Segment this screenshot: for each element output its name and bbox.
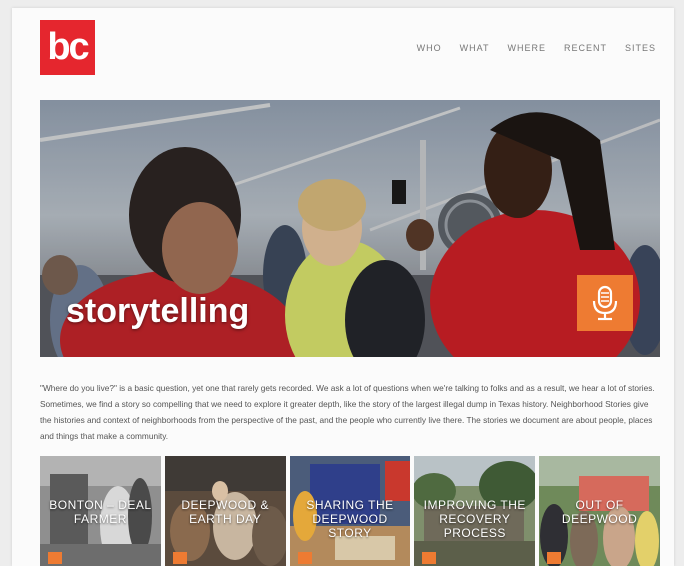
- tile-label: SHARING THE DEEPWOOD STORY: [306, 498, 394, 540]
- hero-banner: storytelling: [40, 100, 660, 357]
- tile-label: BONTON – DEAL FARMER: [49, 498, 152, 526]
- tile-label: OUT OF DEEPWOOD: [561, 498, 638, 526]
- main-nav: WHO WHAT WHERE RECENT SITES: [417, 43, 656, 53]
- story-tile[interactable]: BONTON – DEAL FARMER: [40, 456, 161, 566]
- intro-paragraph: "Where do you live?" is a basic question…: [40, 383, 655, 441]
- story-tile[interactable]: DEEPWOOD & EARTH DAY: [164, 456, 286, 566]
- story-tile[interactable]: OUT OF DEEPWOOD: [539, 456, 660, 566]
- story-tile[interactable]: SHARING THE DEEPWOOD STORY: [289, 456, 411, 566]
- nav-where[interactable]: WHERE: [507, 43, 546, 53]
- microphone-icon: [297, 552, 312, 564]
- page: bc WHO WHAT WHERE RECENT SITES storytell…: [12, 8, 674, 566]
- microphone-icon: [592, 285, 618, 321]
- nav-sites[interactable]: SITES: [625, 43, 656, 53]
- microphone-icon: [48, 552, 62, 564]
- tile-label: DEEPWOOD & EARTH DAY: [181, 498, 270, 526]
- microphone-icon: [422, 552, 437, 564]
- microphone-icon: [547, 552, 562, 564]
- story-tile[interactable]: IMPROVING THE RECOVERY PROCESS: [414, 456, 536, 566]
- hero-title: storytelling: [66, 292, 250, 330]
- nav-who[interactable]: WHO: [417, 43, 442, 53]
- tile-label: IMPROVING THE RECOVERY PROCESS: [423, 498, 526, 540]
- microphone-icon: [172, 552, 187, 564]
- nav-what[interactable]: WHAT: [460, 43, 490, 53]
- microphone-button[interactable]: [577, 275, 633, 331]
- site-logo[interactable]: bc: [40, 20, 95, 75]
- nav-recent[interactable]: RECENT: [564, 43, 607, 53]
- story-tiles: BONTON – DEAL FARMER DEEPWOOD & EARTH DA…: [40, 456, 660, 566]
